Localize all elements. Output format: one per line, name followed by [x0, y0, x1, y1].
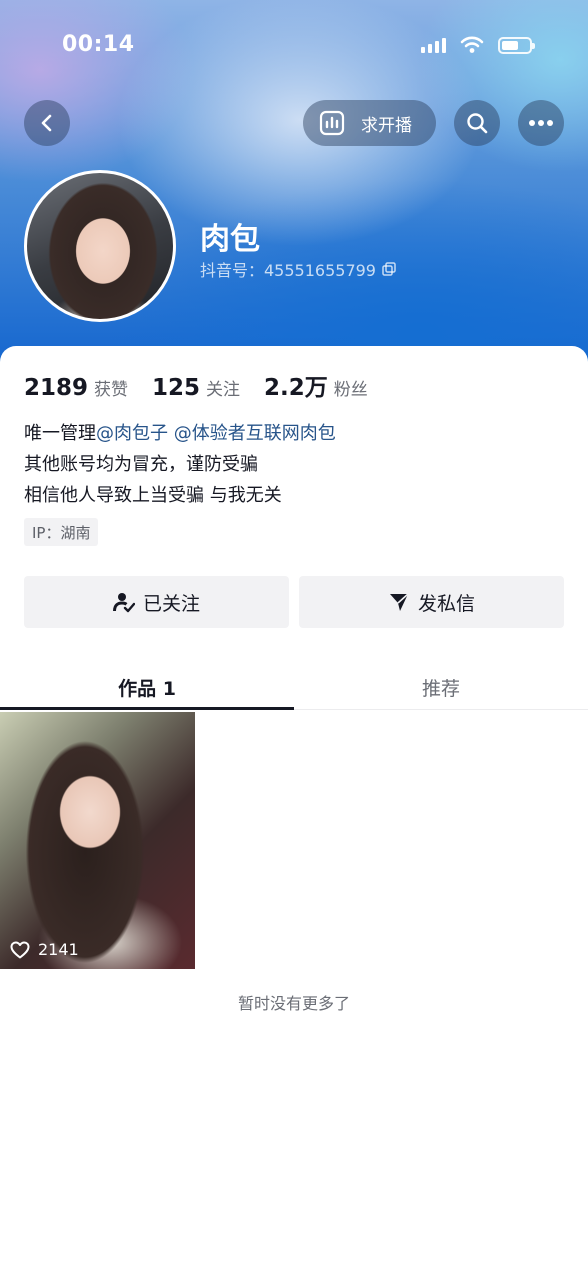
stat-value: 125 [152, 375, 201, 401]
live-chart-icon [319, 110, 345, 136]
heart-outline-icon [10, 941, 30, 958]
profile-banner: 00:14 求开播 肉包 抖音号：45551655799 [0, 0, 588, 370]
send-message-button[interactable]: 发私信 [299, 576, 564, 628]
profile-stats: 2189 获赞 125 关注 2.2万 粉丝 [24, 368, 392, 402]
user-check-icon [112, 593, 135, 613]
bio-line-2: 其他账号均为冒充，谨防受骗 [24, 454, 258, 475]
bio-line-1: 唯一管理@肉包子 @体验者互联网肉包 [24, 418, 336, 449]
video-likes-count: 2141 [38, 940, 79, 959]
status-icons [421, 36, 535, 54]
copy-icon[interactable] [382, 262, 396, 276]
stat-followers[interactable]: 2.2万 粉丝 [264, 368, 368, 402]
followed-button[interactable]: 已关注 [24, 576, 289, 628]
stat-value: 2189 [24, 375, 89, 401]
stat-value: 2.2万 [264, 375, 328, 401]
douyin-id: 抖音号：45551655799 [200, 257, 396, 281]
bio-line-3: 相信他人导致上当受骗 与我无关 [24, 485, 282, 506]
tab-works[interactable]: 作品 1 [0, 664, 294, 710]
no-more-text: 暂时没有更多了 [237, 994, 350, 1013]
mention-link[interactable]: @肉包子 [96, 423, 168, 444]
ip-location-tag: IP：湖南 [24, 518, 99, 546]
content-tabs: 作品 1 推荐 [0, 664, 588, 710]
avatar[interactable] [24, 170, 176, 322]
bio-text: 唯一管理 [24, 423, 96, 444]
stat-label: 粉丝 [333, 380, 368, 400]
profile-bio: 唯一管理@肉包子 @体验者互联网肉包 其他账号均为冒充，谨防受骗 相信他人导致上… [24, 418, 336, 511]
profile-card: 2189 获赞 125 关注 2.2万 粉丝 唯一管理@肉包子 @体验者互联网肉… [0, 346, 588, 1280]
video-thumbnail[interactable]: 2141 [0, 712, 195, 969]
more-button[interactable] [518, 100, 564, 146]
wifi-icon [460, 36, 484, 53]
search-icon [467, 113, 488, 134]
stat-following[interactable]: 125 关注 [152, 375, 240, 401]
followed-label: 已关注 [142, 592, 200, 615]
request-live-button[interactable]: 求开播 [303, 100, 436, 146]
stat-label: 关注 [206, 380, 241, 400]
chevron-left-icon [41, 114, 52, 132]
paper-plane-icon [389, 593, 409, 611]
back-button[interactable] [24, 100, 70, 146]
active-tab-indicator [0, 707, 294, 710]
profile-name: 肉包 [200, 222, 260, 257]
video-likes: 2141 [10, 940, 79, 959]
status-time: 00:14 [62, 32, 135, 57]
battery-icon [498, 36, 535, 54]
cellular-signal-icon [421, 37, 446, 53]
send-message-label: 发私信 [417, 592, 475, 615]
mention-link[interactable]: @体验者互联网肉包 [174, 423, 336, 444]
more-dots-icon [529, 120, 553, 126]
stat-label: 获赞 [94, 380, 129, 400]
douyin-id-text: 抖音号：45551655799 [200, 261, 376, 280]
tab-recommend[interactable]: 推荐 [294, 664, 588, 710]
request-live-label: 求开播 [361, 115, 412, 136]
search-button[interactable] [454, 100, 500, 146]
stat-likes[interactable]: 2189 获赞 [24, 375, 128, 401]
